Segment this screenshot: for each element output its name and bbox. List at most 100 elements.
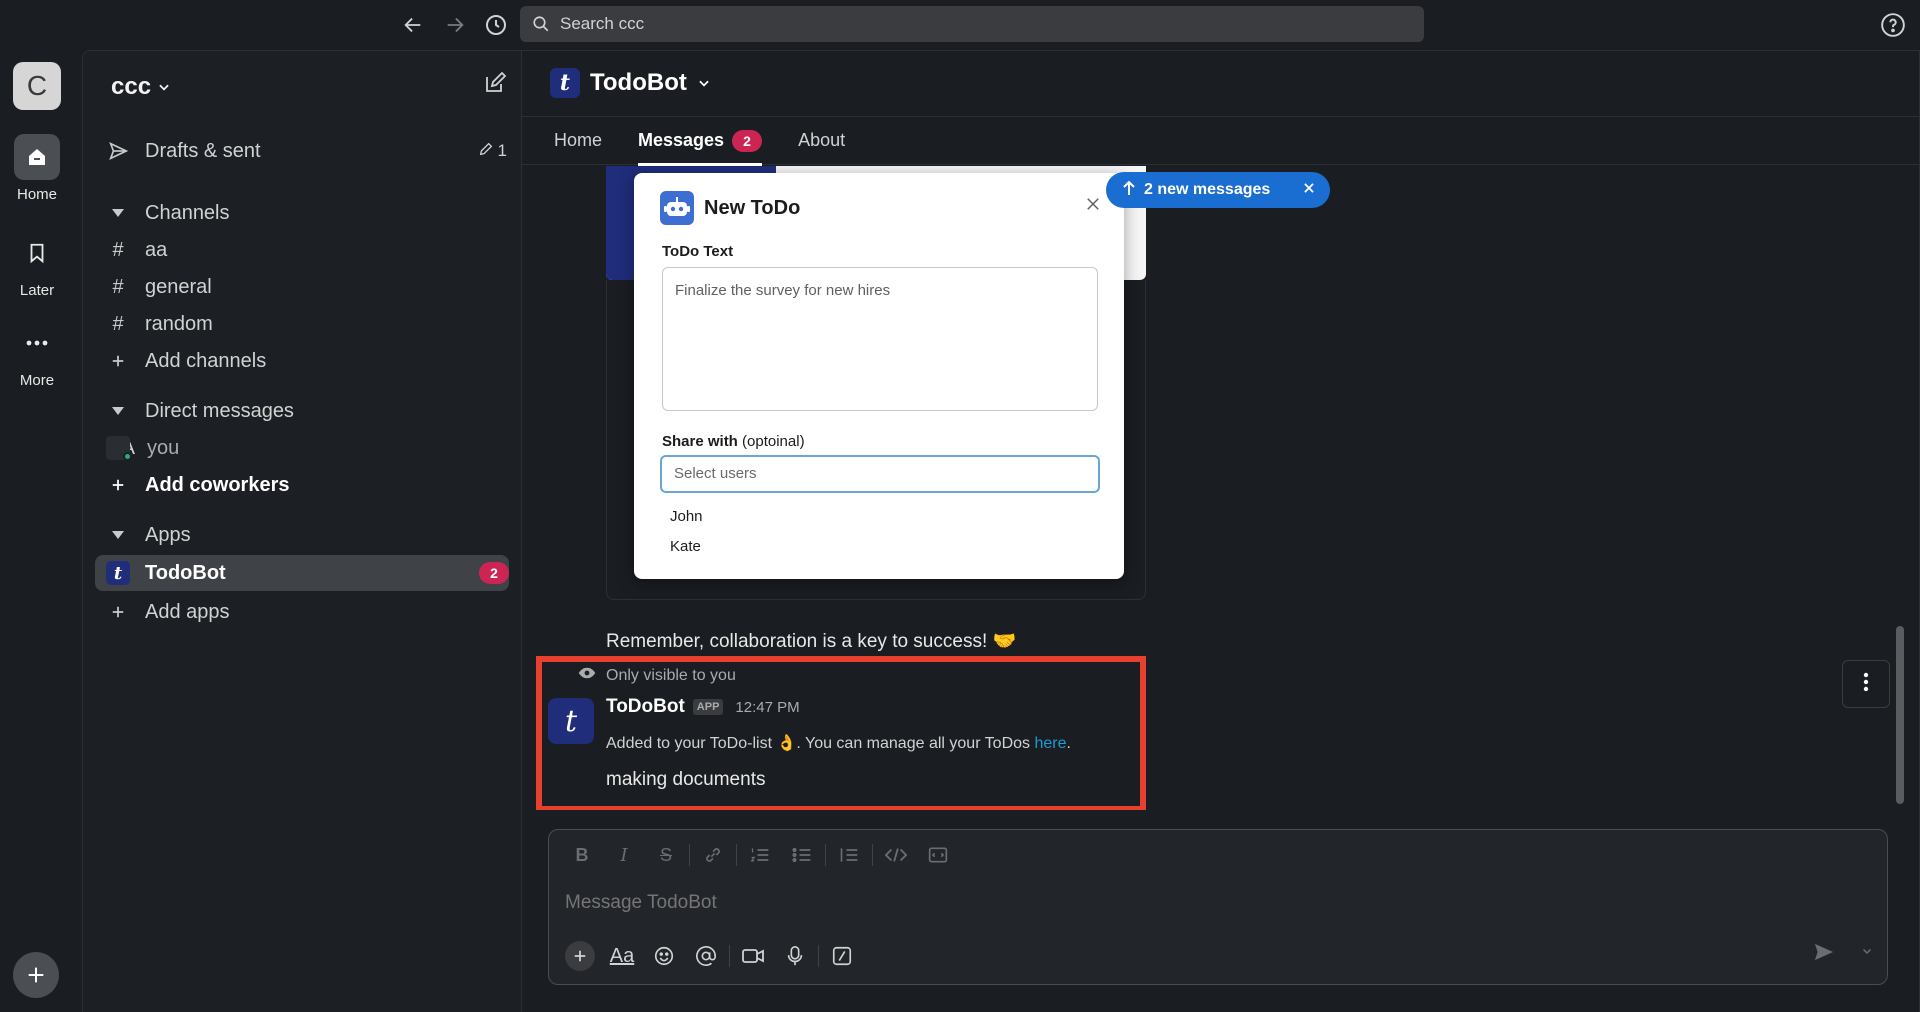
text-format-label: Aa — [609, 944, 635, 967]
bold-icon[interactable]: B — [561, 840, 603, 870]
rail-home[interactable]: Home — [0, 134, 74, 203]
text-format-button[interactable]: Aa — [601, 940, 643, 972]
history-clock-icon[interactable] — [481, 10, 511, 40]
sidebar-item-channel[interactable]: # general — [105, 271, 507, 303]
add-workspace-button[interactable] — [13, 952, 59, 998]
channels-section-toggle[interactable]: Channels — [105, 197, 507, 229]
add-apps-button[interactable]: Add apps — [105, 596, 507, 628]
channel-title: TodoBot — [590, 69, 687, 96]
avatar[interactable]: t — [548, 698, 594, 744]
main-pane: t TodoBot Home Messages 2 About New ToDo — [522, 50, 1920, 1012]
hash-icon: # — [112, 275, 124, 298]
todo-text-field[interactable]: Finalize the survey for new hires — [662, 267, 1098, 411]
divider — [872, 844, 873, 866]
avatar — [106, 436, 132, 461]
plus-icon[interactable] — [565, 941, 595, 971]
sidebar-item-dm[interactable]: MA you — [105, 432, 507, 464]
scrollbar[interactable] — [1896, 626, 1904, 804]
vertical-ellipsis-icon — [1863, 672, 1869, 697]
chevron-down-icon — [697, 69, 711, 97]
divider — [818, 945, 819, 967]
sidebar-item-channel[interactable]: # aa — [105, 234, 507, 266]
add-coworkers-label: Add coworkers — [145, 473, 290, 496]
app-badge: APP — [692, 699, 724, 715]
dm-avatar-wrap — [105, 436, 132, 461]
message-composer: B I S Aa — [548, 829, 1888, 985]
add-channels-label: Add channels — [145, 349, 267, 372]
visibility-note: Only visible to you — [578, 666, 736, 685]
divider — [825, 844, 826, 866]
message-screenshot-image[interactable]: New ToDo ToDo Text Finalize the survey f… — [606, 166, 1146, 606]
code-icon[interactable] — [875, 840, 917, 870]
add-coworkers-button[interactable]: Add coworkers — [105, 469, 507, 501]
bulleted-list-icon[interactable] — [781, 840, 823, 870]
help-icon[interactable] — [1880, 12, 1906, 43]
close-icon[interactable] — [1302, 181, 1316, 200]
bookmark-icon — [14, 230, 60, 276]
caret-down-icon — [105, 208, 131, 218]
draft-count: 1 — [478, 141, 507, 162]
strikethrough-icon[interactable]: S — [645, 840, 687, 870]
back-arrow-icon[interactable] — [398, 10, 428, 40]
microphone-icon[interactable] — [774, 940, 816, 972]
share-with-text: Share with — [662, 433, 738, 450]
new-messages-pill[interactable]: 2 new messages — [1106, 172, 1330, 208]
collaboration-message: Remember, collaboration is a key to succ… — [606, 631, 1017, 652]
todos-link[interactable]: here — [1034, 735, 1066, 752]
workspace-name: ccc — [111, 73, 152, 100]
message-body-suffix: . — [1066, 735, 1071, 752]
user-option[interactable]: John — [660, 501, 1100, 531]
compose-icon[interactable] — [483, 71, 507, 100]
sidebar-item-channel[interactable]: # random — [105, 308, 507, 340]
blockquote-icon[interactable] — [828, 840, 870, 870]
message-input[interactable] — [565, 892, 1565, 914]
message-list: New ToDo ToDo Text Finalize the survey f… — [522, 166, 1912, 810]
unread-badge: 2 — [479, 562, 509, 584]
workspace-rail: C Home Later More — [0, 50, 82, 1012]
chevron-down-icon[interactable] — [1861, 944, 1873, 962]
ordered-list-icon[interactable] — [739, 840, 781, 870]
tab-about[interactable]: About — [798, 117, 845, 165]
mention-icon[interactable] — [685, 940, 727, 972]
workspace-menu-button[interactable]: ccc — [111, 73, 171, 101]
tab-home[interactable]: Home — [554, 117, 602, 165]
emoji-icon[interactable] — [643, 940, 685, 972]
message-actions-button[interactable] — [1842, 660, 1890, 708]
tab-messages[interactable]: Messages 2 — [638, 117, 763, 166]
message-body: Added to your ToDo-list 👌. You can manag… — [606, 733, 1071, 753]
video-icon[interactable] — [732, 940, 774, 972]
send-icon[interactable] — [1813, 942, 1835, 967]
italic-icon[interactable]: I — [603, 840, 645, 870]
close-icon[interactable] — [1084, 195, 1102, 218]
apps-section-toggle[interactable]: Apps — [105, 519, 507, 551]
message-timestamp[interactable]: 12:47 PM — [735, 699, 799, 716]
modal-title-text: New ToDo — [704, 196, 801, 219]
search-input[interactable]: Search ccc — [520, 6, 1424, 42]
rail-later[interactable]: Later — [0, 230, 74, 299]
sidebar-item-drafts[interactable]: Drafts & sent 1 — [105, 135, 507, 167]
dm-section-toggle[interactable]: Direct messages — [105, 395, 507, 427]
channel-title-button[interactable]: t TodoBot — [550, 68, 711, 98]
rail-more[interactable]: More — [0, 320, 74, 389]
sidebar: ccc Drafts & sent 1 Channels # aa # gene… — [82, 50, 522, 1012]
select-users-input[interactable]: Select users — [660, 455, 1100, 493]
message-author[interactable]: ToDoBot — [606, 696, 685, 718]
workspace-avatar[interactable]: C — [13, 62, 61, 110]
hash-icon: # — [112, 238, 124, 261]
sidebar-item-label: Drafts & sent — [145, 139, 261, 162]
user-option[interactable]: Kate — [660, 531, 1100, 561]
channel-header: t TodoBot — [522, 51, 1919, 117]
todobot-logo-icon: t — [550, 68, 580, 98]
forward-arrow-icon[interactable] — [440, 10, 470, 40]
new-todo-modal: New ToDo ToDo Text Finalize the survey f… — [634, 173, 1124, 579]
code-block-icon[interactable] — [917, 840, 959, 870]
todo-text-label: ToDo Text — [662, 243, 734, 260]
slash-command-icon[interactable] — [821, 940, 863, 972]
message-header: ToDoBot APP 12:47 PM — [606, 696, 800, 718]
share-with-hint: (optoinal) — [742, 433, 805, 450]
channel-name: aa — [145, 238, 168, 261]
link-icon[interactable] — [692, 840, 734, 870]
add-channels-button[interactable]: Add channels — [105, 345, 507, 377]
send-icon — [105, 140, 131, 162]
sidebar-item-todobot[interactable]: t TodoBot 2 — [95, 555, 509, 591]
